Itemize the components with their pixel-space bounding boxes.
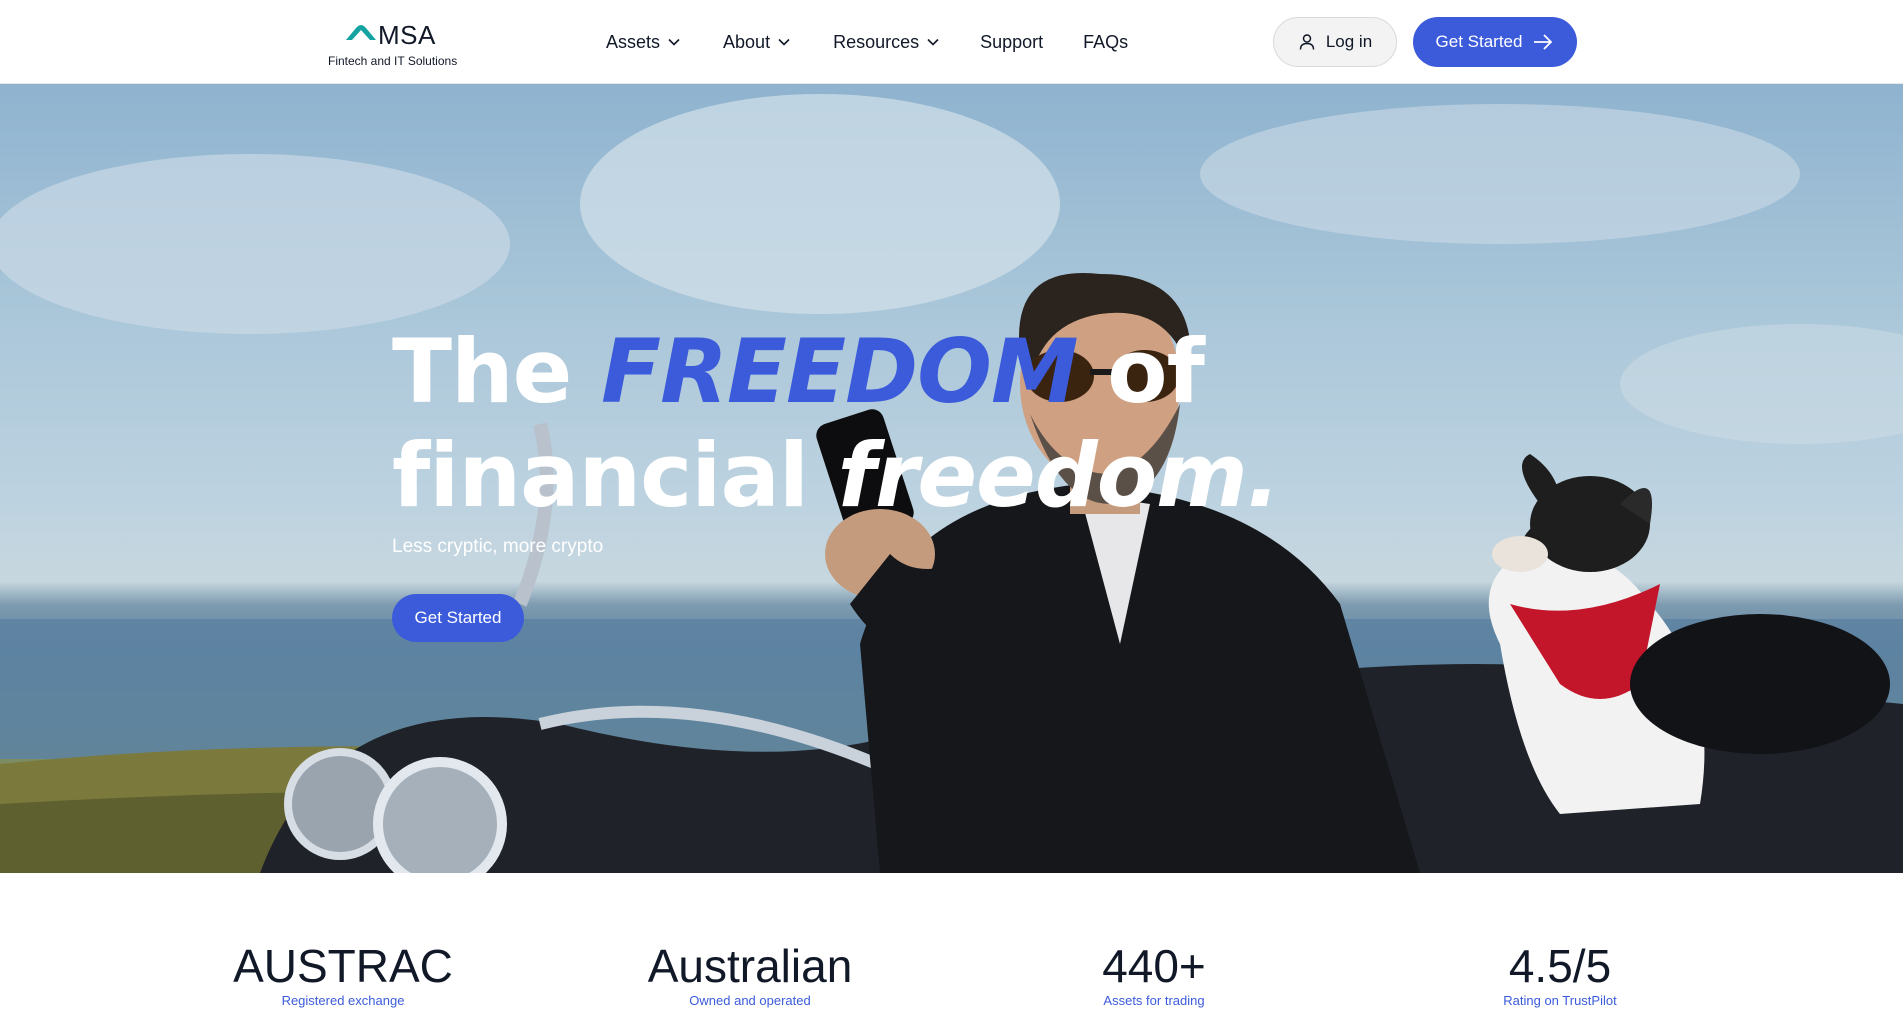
hero-headline: The FREEDOM of financial freedom. xyxy=(392,320,1281,528)
arrow-right-icon xyxy=(1534,34,1553,50)
nav-item-label: Resources xyxy=(833,31,920,52)
logo[interactable]: MSA Fintech and IT Solutions xyxy=(328,18,460,68)
hero-headline-the: The xyxy=(392,320,572,423)
nav-item-label: FAQs xyxy=(1083,31,1129,52)
hero-headline-freedom: freedom. xyxy=(837,424,1281,527)
stat-caption: Owned and operated xyxy=(689,993,811,1008)
nav-item-label: Support xyxy=(980,31,1044,52)
stat-caption: Assets for trading xyxy=(1103,993,1205,1008)
hero-headline-of: of xyxy=(1107,320,1205,423)
stat-item: Australian Owned and operated xyxy=(600,939,900,1009)
chevron-down-icon xyxy=(668,38,680,46)
nav-item-support[interactable]: Support xyxy=(980,32,1043,53)
stats-section: AUSTRAC Registered exchange Australian O… xyxy=(0,873,1903,1008)
login-button[interactable]: Log in xyxy=(1273,17,1397,67)
nav-item-assets[interactable]: Assets xyxy=(606,32,681,53)
user-icon xyxy=(1299,34,1315,50)
stat-item: AUSTRAC Registered exchange xyxy=(193,939,493,1009)
hero-subtitle: Less cryptic, more crypto xyxy=(392,536,604,557)
chevron-down-icon xyxy=(778,38,790,46)
stat-caption: Registered exchange xyxy=(281,993,405,1008)
stat-value: 440+ xyxy=(1102,940,1206,992)
stat-item: 440+ Assets for trading xyxy=(1004,939,1304,1009)
stat-caption: Rating on TrustPilot xyxy=(1503,993,1617,1008)
login-label: Log in xyxy=(1325,32,1373,51)
stat-value: 4.5/5 xyxy=(1508,940,1612,992)
hero-headline-financial: financial xyxy=(392,424,809,527)
nav-item-label: About xyxy=(723,31,771,52)
nav-item-resources[interactable]: Resources xyxy=(833,32,940,53)
logo-mark-icon xyxy=(346,25,376,40)
site-header: MSA Fintech and IT Solutions Assets Abou… xyxy=(0,0,1903,84)
stat-value: AUSTRAC xyxy=(233,940,453,992)
stat-value: Australian xyxy=(647,940,853,992)
chevron-down-icon xyxy=(927,38,939,46)
stat-item: 4.5/5 Rating on TrustPilot xyxy=(1410,939,1710,1009)
hero-section: The FREEDOM of financial freedom. Less c… xyxy=(0,84,1903,873)
nav-item-label: Assets xyxy=(606,31,661,52)
hero-get-started-button[interactable]: Get Started xyxy=(392,594,524,642)
main-nav: Assets About Resources Support FAQs xyxy=(606,0,1128,84)
hero-get-started-label: Get Started xyxy=(414,608,502,627)
logo-name: MSA xyxy=(378,20,436,50)
hero-headline-accent: FREEDOM xyxy=(601,320,1079,423)
logo-tagline: Fintech and IT Solutions xyxy=(328,54,458,68)
get-started-button[interactable]: Get Started xyxy=(1413,17,1577,67)
get-started-label: Get Started xyxy=(1435,32,1523,51)
nav-item-about[interactable]: About xyxy=(723,32,791,53)
nav-item-faqs[interactable]: FAQs xyxy=(1083,32,1128,53)
